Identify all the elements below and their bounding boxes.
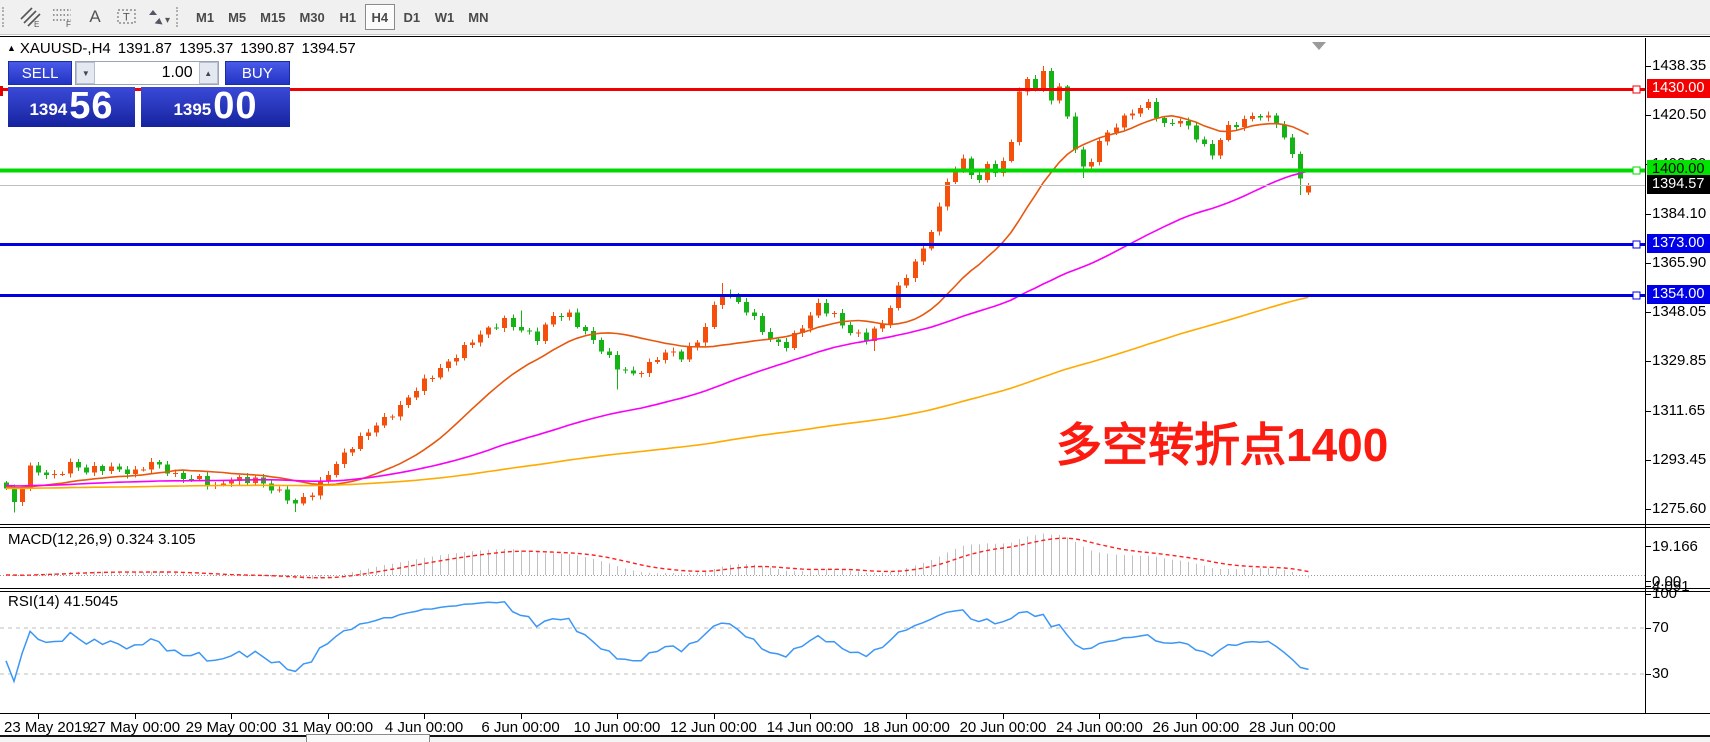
symbol-timeframe-label: XAUUSD-,H4 (20, 40, 111, 57)
volume-decrease-button[interactable]: ▼ (76, 62, 95, 84)
chart-window: ▲XAUUSD-,H41391.871395.371390.871394.57 … (0, 36, 1710, 742)
svg-text:T: T (123, 12, 130, 24)
arrow-tools-dropdown-icon[interactable]: ▾ (165, 15, 170, 26)
svg-text:F: F (66, 20, 71, 28)
sell-price-stem: 1394 (29, 95, 67, 125)
buy-price-stem: 1395 (173, 95, 211, 125)
rsi-axis-label: 70 (1652, 619, 1669, 636)
rsi-axis-label: 30 (1652, 665, 1669, 682)
ohlc-high: 1395.37 (179, 40, 233, 57)
time-axis-label: 20 Jun 00:00 (955, 719, 1051, 736)
buy-button[interactable]: BUY (225, 61, 290, 85)
price-axis-label: 1365.90 (1652, 254, 1706, 271)
sell-price-pips: 56 (69, 87, 113, 125)
buy-price[interactable]: 1395 00 (141, 87, 290, 127)
chart-shift-marker-icon (1312, 42, 1326, 50)
price-axis-label: 1311.65 (1652, 402, 1705, 419)
timeframe-button-h1[interactable]: H1 (333, 4, 363, 30)
volume-increase-button[interactable]: ▲ (199, 62, 218, 84)
price-axis-label: 1329.85 (1652, 352, 1706, 369)
svg-text:E: E (34, 20, 39, 28)
price-level-badge: 1354.00 (1647, 285, 1710, 304)
rsi-indicator-label: RSI(14) 41.5045 (8, 593, 118, 610)
timeframe-button-m15[interactable]: M15 (254, 4, 291, 30)
price-level-badge: 1394.57 (1647, 175, 1710, 194)
macd-indicator-label: MACD(12,26,9) 0.324 3.105 (8, 531, 196, 548)
sell-price[interactable]: 1394 56 (8, 87, 135, 127)
volume-box: ▼ ▲ (75, 61, 218, 85)
price-axis-label: 1348.05 (1652, 303, 1706, 320)
time-axis-label: 28 Jun 00:00 (1244, 719, 1340, 736)
price-level-badge: 1373.00 (1647, 234, 1710, 253)
price-axis-label: 1420.50 (1652, 106, 1706, 123)
time-axis-label: 6 Jun 00:00 (473, 719, 569, 736)
chart-canvas[interactable] (0, 37, 1710, 742)
time-axis-label: 12 Jun 00:00 (666, 719, 762, 736)
price-axis-label: 1384.10 (1652, 205, 1706, 222)
ohlc-close: 1394.57 (301, 40, 355, 57)
sell-button[interactable]: SELL (8, 61, 72, 85)
price-axis-label: 1275.60 (1652, 500, 1706, 517)
timeframe-button-d1[interactable]: D1 (397, 4, 427, 30)
collapse-arrow-icon[interactable]: ▲ (7, 43, 16, 53)
volume-input[interactable] (95, 62, 198, 84)
time-axis-label: 14 Jun 00:00 (762, 719, 858, 736)
fibonacci-lines-icon[interactable]: F (47, 3, 79, 31)
price-axis-label: 1293.45 (1652, 451, 1706, 468)
rsi-axis-label: 100 (1652, 585, 1677, 602)
buy-price-pips: 00 (213, 87, 257, 125)
time-axis-label: 27 May 00:00 (87, 719, 183, 736)
line-anchor-mark (0, 86, 3, 96)
mt4-window: E F A T ▾ M1M5M15M30H1H4D1W (0, 0, 1710, 742)
one-click-trading-panel: SELL ▼ ▲ BUY 1394 56 1395 00 (8, 61, 290, 127)
chart-text-annotation: 多空转折点1400 (1056, 409, 1388, 475)
time-axis-label: 10 Jun 00:00 (569, 719, 665, 736)
price-level-badge: 1430.00 (1647, 79, 1710, 98)
time-axis-label: 18 Jun 00:00 (858, 719, 954, 736)
time-axis-label: 29 May 00:00 (183, 719, 279, 736)
price-axis-label: 1438.35 (1652, 57, 1706, 74)
timeframe-button-m5[interactable]: M5 (222, 4, 252, 30)
equidistant-channel-icon[interactable]: E (15, 3, 47, 31)
text-icon[interactable]: A (79, 3, 111, 31)
timeframe-button-w1[interactable]: W1 (429, 4, 461, 30)
timeframe-button-m1[interactable]: M1 (190, 4, 220, 30)
timeframe-button-h4[interactable]: H4 (365, 4, 395, 30)
time-axis-label: 24 Jun 00:00 (1051, 719, 1147, 736)
timeframe-button-m30[interactable]: M30 (293, 4, 330, 30)
timeframe-toolbar-handle[interactable] (176, 7, 181, 27)
active-chart-tab[interactable] (306, 734, 430, 742)
ohlc-low: 1390.87 (240, 40, 294, 57)
text-label-icon[interactable]: T (111, 3, 143, 31)
toolbar-drag-handle[interactable] (2, 7, 7, 27)
chart-header: ▲ XAUUSD-,H4 1391.87 1395.37 1390.87 1394.57 (7, 40, 363, 57)
macd-axis-label: 19.166 (1652, 538, 1698, 555)
ohlc-open: 1391.87 (118, 40, 172, 57)
timeframe-button-mn[interactable]: MN (462, 4, 494, 30)
chart-tab-strip (0, 735, 1710, 742)
time-axis-label: 26 Jun 00:00 (1148, 719, 1244, 736)
toolbar: E F A T ▾ M1M5M15M30H1H4D1W (0, 0, 1710, 35)
